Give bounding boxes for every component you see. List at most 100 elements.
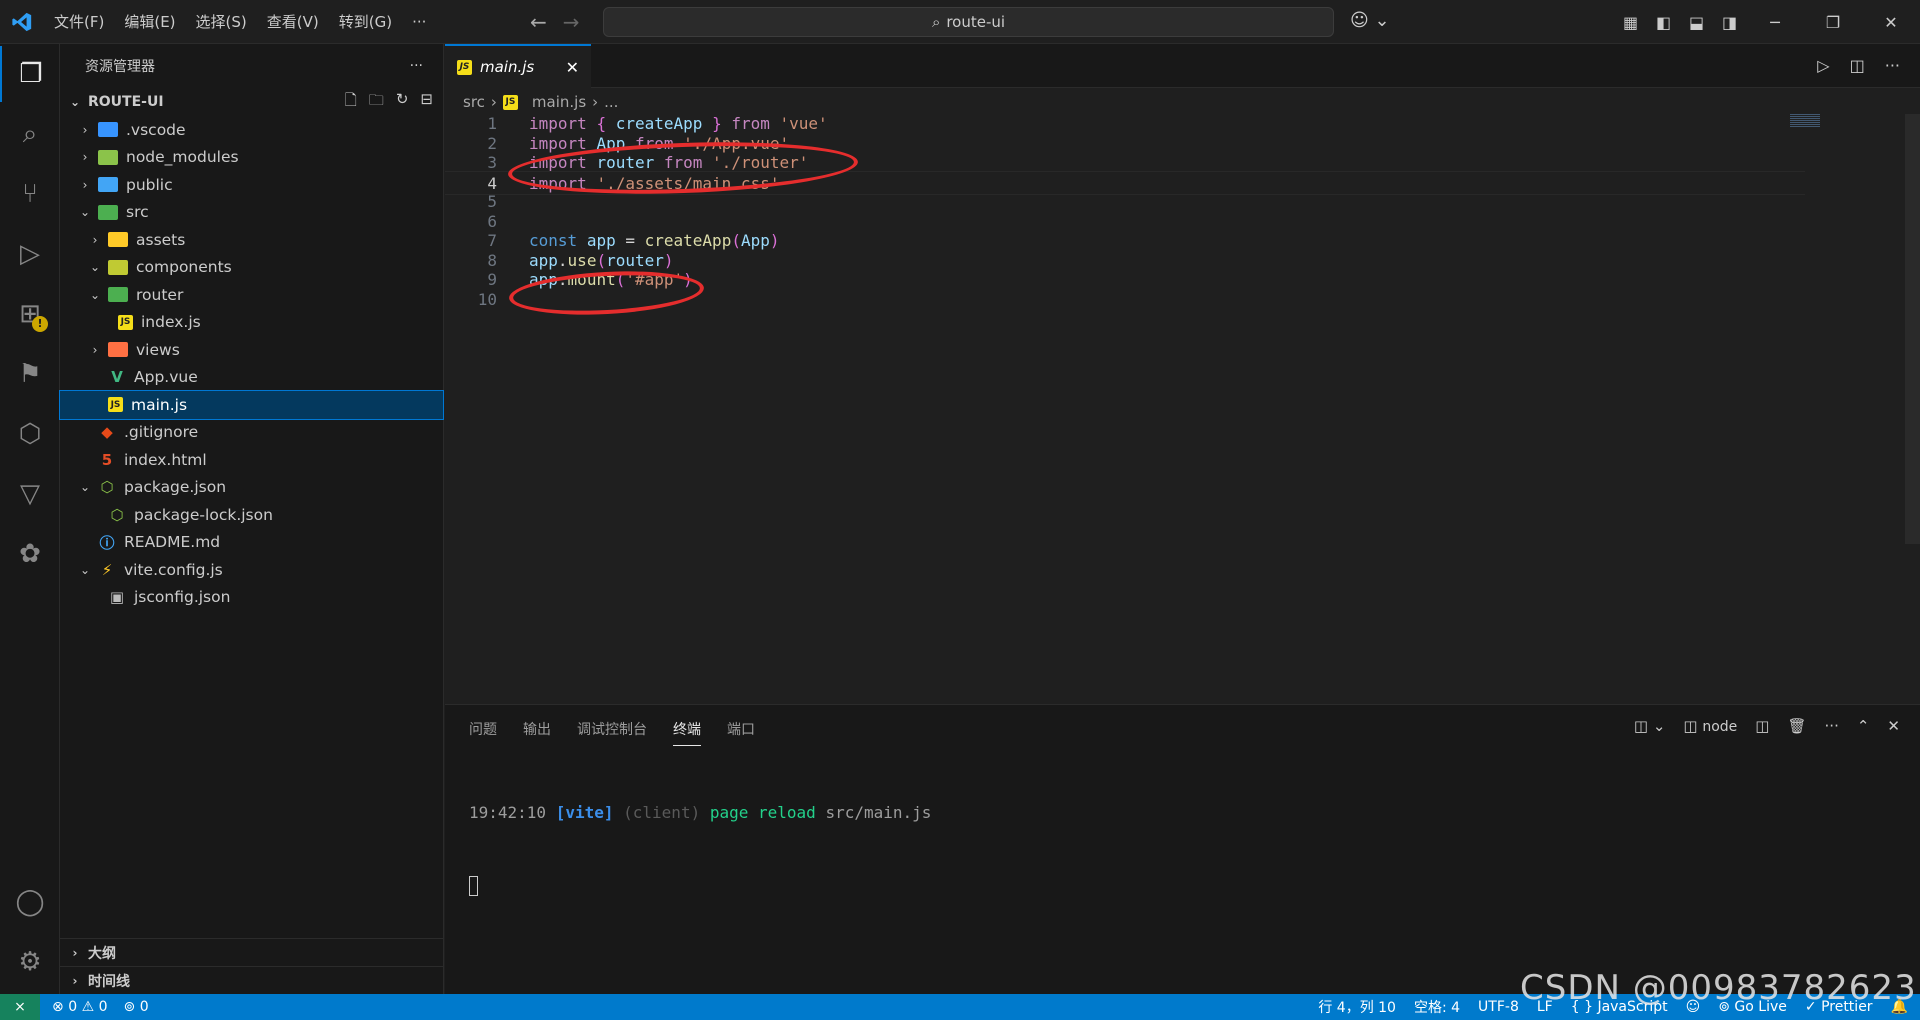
ports-status[interactable]: ⊚ 0 (124, 999, 149, 1015)
terminal-output[interactable]: 19:42:10 [vite] (client) page reload src… (469, 753, 931, 945)
problems-status[interactable]: ⊗ 0 ⚠ 0 (52, 999, 108, 1015)
tree-item[interactable]: JS index.js (60, 309, 443, 337)
back-arrow-icon[interactable]: ← (530, 10, 547, 34)
tab-problems[interactable]: 问题 (469, 719, 497, 746)
nodejs-icon: ⬡ (110, 505, 124, 524)
copilot-icon[interactable]: ☺ ⌄ (1350, 10, 1390, 31)
split-editor-icon[interactable]: ◫ (1850, 56, 1865, 75)
terminal-vite-tag: [vite] (555, 803, 614, 822)
bookmarks-icon[interactable]: ⚑ (0, 346, 60, 402)
minimap[interactable] (1790, 114, 1820, 128)
terminal-icon: ◫ (1683, 717, 1703, 735)
tree-item-label: node_modules (126, 148, 239, 167)
settings-gear-icon[interactable]: ⚙ (0, 934, 60, 990)
tree-item[interactable]: › views (60, 336, 443, 364)
timeline-section[interactable]: › 时间线 (60, 966, 444, 994)
extensions-icon[interactable]: ⊞! (0, 286, 60, 342)
maximize-panel-icon[interactable]: ⌃ (1857, 717, 1870, 735)
more-actions-icon[interactable]: ··· (1885, 56, 1900, 75)
remote-indicator-icon[interactable]: ⨯ (0, 994, 40, 1020)
encoding[interactable]: UTF-8 (1478, 999, 1519, 1015)
breadcrumb-src[interactable]: src (463, 93, 485, 111)
tab-output[interactable]: 输出 (523, 719, 551, 746)
customize-layout-icon[interactable]: ▦ (1614, 13, 1647, 32)
tree-item[interactable]: › public (60, 171, 443, 199)
breadcrumb-file[interactable]: main.js (532, 93, 586, 111)
new-file-icon[interactable]: 🗋 (345, 90, 357, 115)
vitest-icon[interactable]: ▽ (0, 466, 60, 522)
minimize-icon[interactable]: ─ (1746, 13, 1804, 32)
workspace-root[interactable]: ⌄ ROUTE-UI 🗋 🗀 ↻ ⊟ (60, 88, 443, 116)
panel-more-icon[interactable]: ··· (1825, 717, 1839, 735)
run-icon[interactable]: ▷ (1817, 56, 1829, 75)
cursor-position[interactable]: 行 4，列 10 (1318, 997, 1396, 1017)
search-view-icon[interactable]: ⌕ (0, 106, 60, 162)
menu-view[interactable]: 查看(V) (257, 0, 329, 44)
toggle-primary-sidebar-icon[interactable]: ◧ (1647, 13, 1680, 32)
remote-explorer-icon[interactable]: ⬡ (0, 406, 60, 462)
tab-main-js[interactable]: JS main.js ✕ (445, 44, 591, 88)
terminal-instance[interactable]: ◫ node (1683, 717, 1737, 735)
new-terminal-dropdown-icon[interactable]: ◫ ⌄ (1634, 717, 1666, 735)
toggle-panel-icon[interactable]: ⬓ (1680, 13, 1713, 32)
tab-debug-console[interactable]: 调试控制台 (577, 719, 647, 746)
menu-selection[interactable]: 选择(S) (186, 0, 257, 44)
tree-item[interactable]: ⌄ src (60, 199, 443, 227)
search-icon: ⌕ (931, 13, 941, 31)
code-editor[interactable]: 1 import { createApp } from 'vue' 2 import … (445, 114, 1920, 704)
tree-item[interactable]: ⌄ ⚡ vite.config.js (60, 556, 443, 584)
tree-item[interactable]: 5 index.html (60, 446, 443, 474)
code-token: import (529, 114, 587, 133)
close-window-icon[interactable]: ✕ (1862, 13, 1920, 32)
new-folder-icon[interactable]: 🗀 (369, 90, 384, 115)
source-control-icon[interactable]: ⑂ (0, 166, 60, 222)
tree-item[interactable]: › .vscode (60, 116, 443, 144)
tree-item-label: router (136, 285, 184, 304)
tree-item[interactable]: ⬡ package-lock.json (60, 501, 443, 529)
title-bar: 文件(F) 编辑(E) 选择(S) 查看(V) 转到(G) ··· ← → ⌕ … (0, 0, 1920, 44)
close-tab-icon[interactable]: ✕ (566, 58, 579, 77)
outline-section[interactable]: › 大纲 (60, 938, 444, 966)
run-debug-icon[interactable]: ▷ (0, 226, 60, 282)
tab-terminal[interactable]: 终端 (673, 719, 701, 746)
tree-item[interactable]: › assets (60, 226, 443, 254)
command-center-search[interactable]: ⌕ route-ui (603, 7, 1334, 37)
split-terminal-icon[interactable]: ◫ (1755, 717, 1769, 735)
tree-item[interactable]: ◆ .gitignore (60, 419, 443, 447)
explorer-actions: 🗋 🗀 ↻ ⊟ (345, 90, 433, 115)
refresh-icon[interactable]: ↻ (396, 90, 409, 115)
panel-actions: ◫ ⌄ ◫ node ◫ 🗑 ··· ⌃ ✕ (1634, 717, 1900, 735)
menu-more[interactable]: ··· (402, 0, 436, 44)
kill-terminal-icon[interactable]: 🗑 (1787, 717, 1806, 735)
tree-item[interactable]: V App.vue (60, 364, 443, 392)
collapse-all-icon[interactable]: ⊟ (420, 90, 433, 115)
breadcrumb-symbol[interactable]: ... (604, 93, 618, 111)
tree-item[interactable]: ⌄ ⬡ package.json (60, 474, 443, 502)
explorer-more-icon[interactable]: ··· (410, 58, 423, 74)
tree-item[interactable]: › node_modules (60, 144, 443, 172)
gitlens-icon[interactable]: ✿ (0, 526, 60, 582)
account-icon[interactable]: ◯ (0, 874, 60, 930)
tree-item[interactable]: JS main.js (59, 390, 444, 420)
line-number: 10 (477, 289, 497, 309)
tree-item[interactable]: ⓘ README.md (60, 529, 443, 557)
tree-item[interactable]: ⌄ components (60, 254, 443, 282)
code-token: 'vue' (779, 114, 828, 133)
tab-ports[interactable]: 端口 (727, 719, 755, 746)
indentation[interactable]: 空格: 4 (1414, 997, 1460, 1017)
menu-edit[interactable]: 编辑(E) (114, 0, 185, 44)
menu-file[interactable]: 文件(F) (44, 0, 114, 44)
close-panel-icon[interactable]: ✕ (1887, 717, 1900, 735)
explorer-icon[interactable]: ❐ (0, 46, 60, 102)
tree-item[interactable]: ▣ jsconfig.json (60, 584, 443, 612)
forward-arrow-icon[interactable]: → (563, 10, 580, 34)
tree-item[interactable]: ⌄ router (60, 281, 443, 309)
menu-go[interactable]: 转到(G) (329, 0, 402, 44)
toggle-secondary-sidebar-icon[interactable]: ◨ (1713, 13, 1746, 32)
terminal-time: 19:42:10 (469, 803, 547, 822)
editor-scrollbar[interactable] (1905, 114, 1920, 544)
restore-icon[interactable]: ❐ (1804, 13, 1862, 32)
code-token: ) (769, 231, 780, 250)
breadcrumb: src › JS main.js › ... (463, 90, 618, 114)
